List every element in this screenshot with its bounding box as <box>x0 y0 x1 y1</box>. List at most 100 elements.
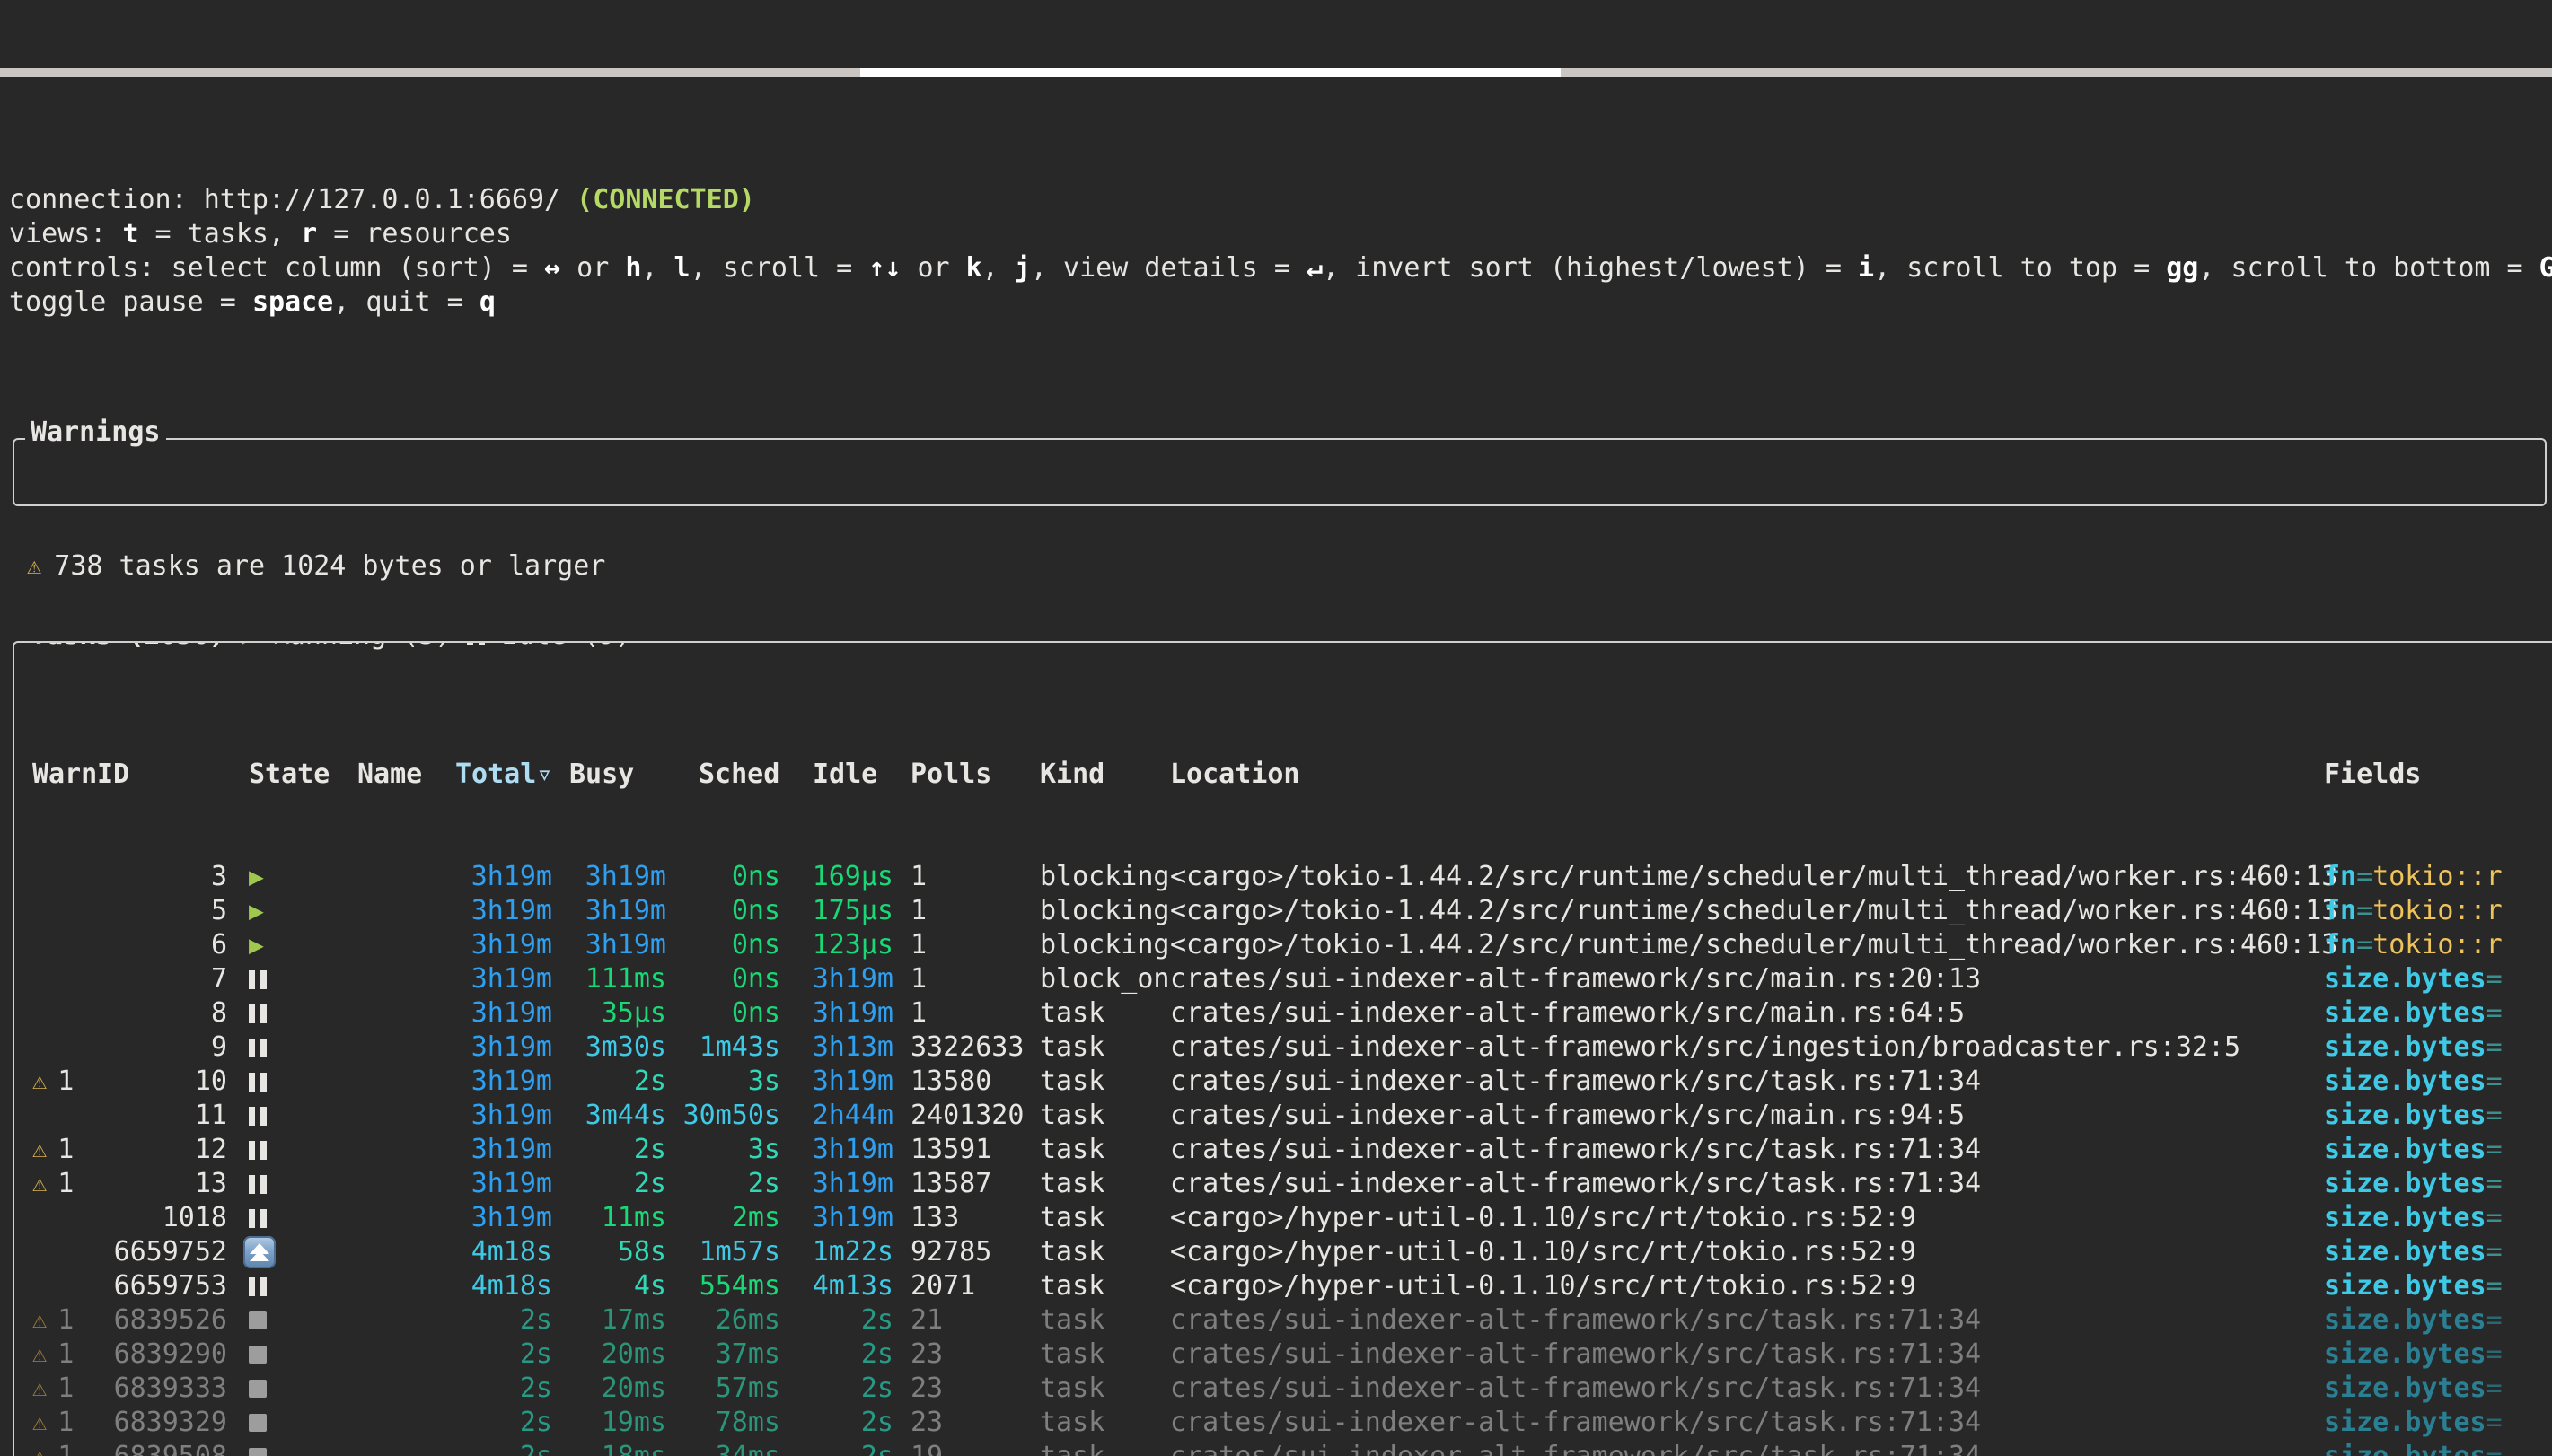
warn-cell: ⚠1 <box>32 1372 97 1406</box>
task-fields: size.bytes= <box>2308 1167 2552 1201</box>
task-busy: 111ms <box>552 962 666 996</box>
task-sched: 78ms <box>666 1406 780 1440</box>
warning-icon: ⚠ <box>32 1406 47 1440</box>
warn-count: 1 <box>57 1338 74 1372</box>
table-row[interactable]: 6659753 ▶ 4m18s 4s 554ms 4m13s 2071 task… <box>32 1269 2552 1303</box>
task-busy: 2s <box>552 1167 666 1201</box>
paused-icon <box>249 1073 267 1092</box>
table-row[interactable]: ⚠1 12 ▶ 3h19m 2s 3s 3h19m 13591 task cra… <box>32 1133 2552 1167</box>
table-row[interactable]: 6 ▶ 3h19m 3h19m 0ns 123µs 1 blocking <ca… <box>32 928 2552 962</box>
task-kind: task <box>1024 1031 1154 1065</box>
task-location: crates/sui-indexer-alt-framework/src/tas… <box>1154 1440 2308 1456</box>
task-polls: 13587 <box>893 1167 1024 1201</box>
task-total: 3h19m <box>455 1031 552 1065</box>
task-busy: 3h19m <box>552 928 666 962</box>
task-state: ▶ <box>227 1209 357 1228</box>
task-state: ▶ <box>227 1175 357 1194</box>
window-tab-strip <box>0 68 2552 77</box>
table-row[interactable]: ⚠1 6839329 ▶ 2s 19ms 78ms 2s 23 task cra… <box>32 1406 2552 1440</box>
task-fields: size.bytes= <box>2308 1065 2552 1099</box>
running-icon: ▶ <box>249 894 264 928</box>
table-row[interactable]: ⚠1 6839508 ▶ 2s 18ms 34ms 2s 19 task cra… <box>32 1440 2552 1456</box>
table-row[interactable]: 3 ▶ 3h19m 3h19m 0ns 169µs 1 blocking <ca… <box>32 860 2552 894</box>
paused-icon <box>249 1039 267 1057</box>
task-state: ▶ <box>227 1073 357 1092</box>
task-fields: size.bytes= <box>2308 996 2552 1031</box>
task-fields: size.bytes= <box>2308 1440 2552 1456</box>
task-id: 6 <box>97 928 227 962</box>
topbar-line: controls: select column (sort) = ↔ or h,… <box>9 251 2552 285</box>
field-equals: = <box>2486 1202 2503 1233</box>
task-idle: 175µs <box>780 894 893 928</box>
task-idle: 2s <box>780 1372 893 1406</box>
task-id: 1018 <box>97 1201 227 1235</box>
task-sched: 57ms <box>666 1372 780 1406</box>
task-idle: 3h19m <box>780 1133 893 1167</box>
column-header-id[interactable]: ID <box>97 758 227 792</box>
task-id: 9 <box>97 1031 227 1065</box>
task-polls: 19 <box>893 1440 1024 1456</box>
topbar-line: connection: http://127.0.0.1:6669/ (CONN… <box>9 183 2552 217</box>
column-header-state[interactable]: State <box>227 758 357 792</box>
table-row[interactable]: ⚠1 6839333 ▶ 2s 20ms 57ms 2s 23 task cra… <box>32 1372 2552 1406</box>
field-key: size.bytes <box>2324 1270 2486 1302</box>
table-row[interactable]: ⚠1 13 ▶ 3h19m 2s 2s 3h19m 13587 task cra… <box>32 1167 2552 1201</box>
table-row[interactable]: 5 ▶ 3h19m 3h19m 0ns 175µs 1 blocking <ca… <box>32 894 2552 928</box>
column-header-polls[interactable]: Polls <box>893 758 1024 792</box>
task-state: ▶ <box>227 1414 357 1432</box>
table-row[interactable]: ⚠1 6839290 ▶ 2s 20ms 37ms 2s 23 task cra… <box>32 1338 2552 1372</box>
field-equals: = <box>2486 1168 2503 1199</box>
task-busy: 20ms <box>552 1338 666 1372</box>
column-header-kind[interactable]: Kind <box>1024 758 1154 792</box>
field-value: tokio::r <box>2372 861 2503 892</box>
column-header-location[interactable]: Location <box>1154 758 2308 792</box>
warn-count: 1 <box>57 1406 74 1440</box>
task-polls: 92785 <box>893 1235 1024 1269</box>
column-header-name[interactable]: Name <box>357 758 455 792</box>
field-equals: = <box>2356 861 2372 892</box>
warn-cell: ⚠1 <box>32 1133 97 1167</box>
table-row[interactable]: 7 ▶ 3h19m 111ms 0ns 3h19m 1 block_on cra… <box>32 962 2552 996</box>
column-header-sched[interactable]: Sched <box>666 758 780 792</box>
field-equals: = <box>2486 1304 2503 1336</box>
field-equals: = <box>2486 997 2503 1029</box>
column-header-warn[interactable]: Warn <box>32 758 97 792</box>
task-total: 3h19m <box>455 1099 552 1133</box>
field-key: size.bytes <box>2324 1407 2486 1438</box>
tasks-panel-title: Tasks (2056) ▶ Running (3) Idle (9) <box>25 641 637 653</box>
task-polls: 23 <box>893 1406 1024 1440</box>
task-fields: size.bytes= <box>2308 1031 2552 1065</box>
task-kind: task <box>1024 1269 1154 1303</box>
task-total: 3h19m <box>455 1201 552 1235</box>
task-idle: 2h44m <box>780 1099 893 1133</box>
table-row[interactable]: 9 ▶ 3h19m 3m30s 1m43s 3h13m 3322633 task… <box>32 1031 2552 1065</box>
table-row[interactable]: 11 ▶ 3h19m 3m44s 30m50s 2h44m 2401320 ta… <box>32 1099 2552 1133</box>
warning-icon: ⚠ <box>32 1167 47 1201</box>
task-sched: 0ns <box>666 996 780 1031</box>
task-sched: 30m50s <box>666 1099 780 1133</box>
task-polls: 2401320 <box>893 1099 1024 1133</box>
field-equals: = <box>2486 1236 2503 1267</box>
field-key: size.bytes <box>2324 1066 2486 1097</box>
field-equals: = <box>2356 929 2372 960</box>
task-state: ▶ <box>227 928 357 962</box>
table-row[interactable]: 1018 ▶ 3h19m 11ms 2ms 3h19m 133 task <ca… <box>32 1201 2552 1235</box>
table-row[interactable]: 8 ▶ 3h19m 35µs 0ns 3h19m 1 task crates/s… <box>32 996 2552 1031</box>
field-key: size.bytes <box>2324 1304 2486 1336</box>
paused-icon <box>249 1277 267 1296</box>
task-location: <cargo>/hyper-util-0.1.10/src/rt/tokio.r… <box>1154 1269 2308 1303</box>
column-header-total[interactable]: Total▿ <box>455 758 552 792</box>
field-equals: = <box>2486 1066 2503 1097</box>
task-location: <cargo>/tokio-1.44.2/src/runtime/schedul… <box>1154 894 2308 928</box>
table-row[interactable]: 6659752 ▶ 4m18s 58s 1m57s 1m22s 92785 ta… <box>32 1235 2552 1269</box>
column-header-idle[interactable]: Idle <box>780 758 893 792</box>
column-header-busy[interactable]: Busy <box>552 758 666 792</box>
task-state: ▶ <box>227 1236 357 1268</box>
column-header-fields[interactable]: Fields <box>2308 758 2552 792</box>
table-row[interactable]: ⚠1 6839526 ▶ 2s 17ms 26ms 2s 21 task cra… <box>32 1303 2552 1338</box>
task-id: 6839290 <box>97 1338 227 1372</box>
table-row[interactable]: ⚠1 10 ▶ 3h19m 2s 3s 3h19m 13580 task cra… <box>32 1065 2552 1099</box>
active-tab[interactable] <box>860 68 1561 77</box>
task-idle: 3h19m <box>780 962 893 996</box>
field-equals: = <box>2486 1134 2503 1165</box>
